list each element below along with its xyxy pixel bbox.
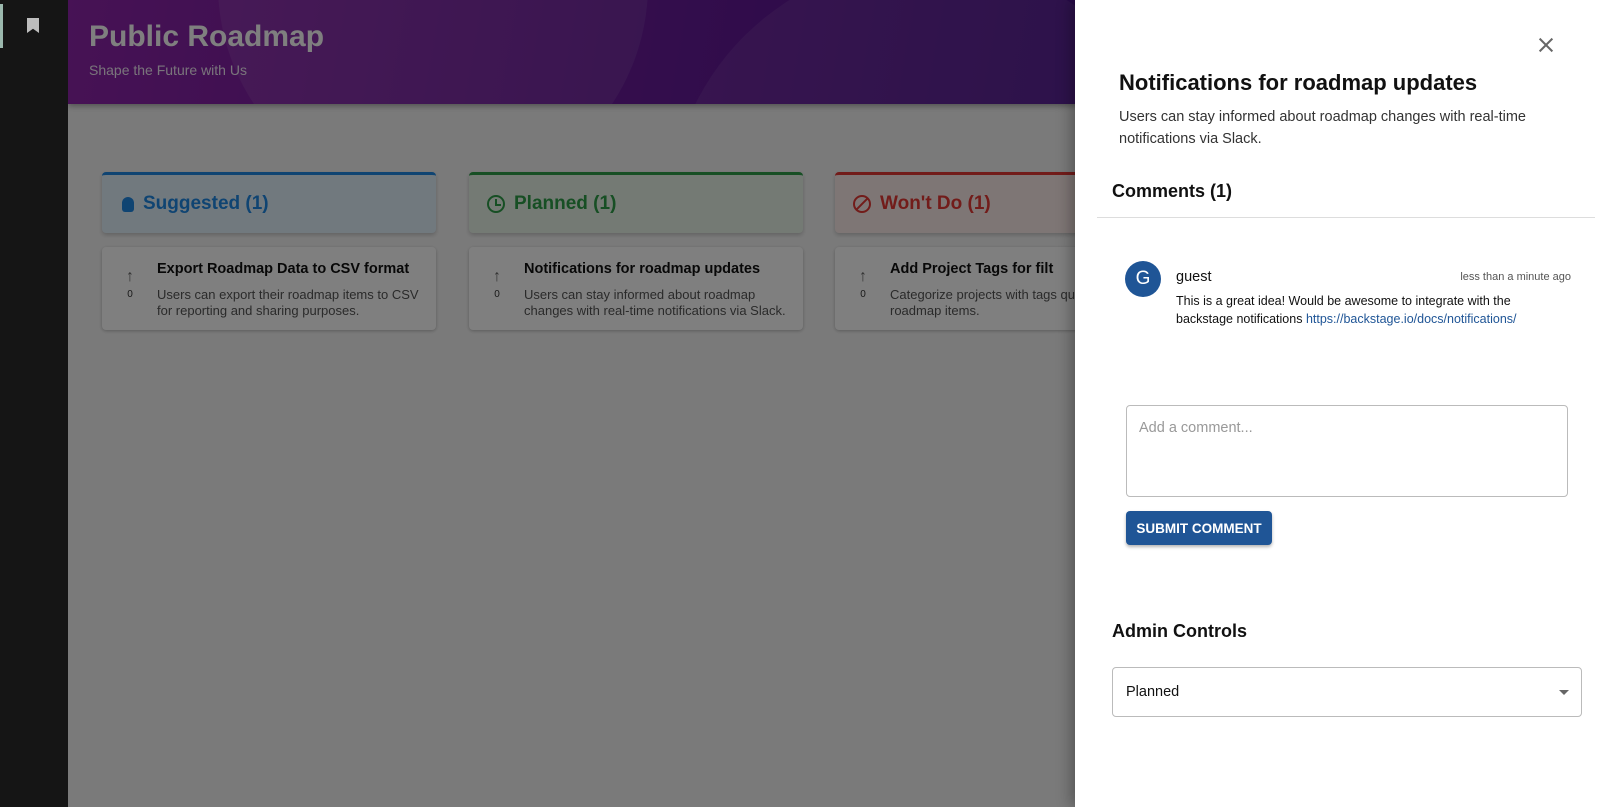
submit-comment-button[interactable]: SUBMIT COMMENT bbox=[1126, 511, 1272, 545]
drawer-description: Users can stay informed about roadmap ch… bbox=[1119, 109, 1526, 147]
status-select[interactable]: Planned bbox=[1112, 667, 1582, 717]
close-icon[interactable] bbox=[1535, 34, 1557, 56]
avatar: G bbox=[1125, 261, 1161, 297]
item-detail-drawer: Notifications for roadmap updates Users … bbox=[1075, 0, 1609, 807]
dropdown-arrow-icon bbox=[1559, 690, 1569, 695]
comment-link[interactable]: https://backstage.io/docs/notifications/ bbox=[1306, 312, 1517, 326]
drawer-title: Notifications for roadmap updates bbox=[1119, 70, 1478, 95]
comment-body: This is a great idea! Would be awesome t… bbox=[1176, 292, 1571, 328]
comment-input[interactable] bbox=[1126, 405, 1568, 497]
admin-controls-heading: Admin Controls bbox=[1112, 621, 1247, 641]
sidebar bbox=[0, 0, 68, 807]
bookmark-icon[interactable] bbox=[27, 18, 39, 33]
comment-timestamp: less than a minute ago bbox=[1460, 271, 1571, 283]
status-select-value: Planned bbox=[1126, 684, 1180, 700]
sidebar-active-indicator bbox=[0, 4, 3, 48]
comment-author: guest bbox=[1176, 269, 1212, 285]
divider bbox=[1097, 217, 1595, 218]
comments-heading: Comments (1) bbox=[1112, 181, 1233, 201]
